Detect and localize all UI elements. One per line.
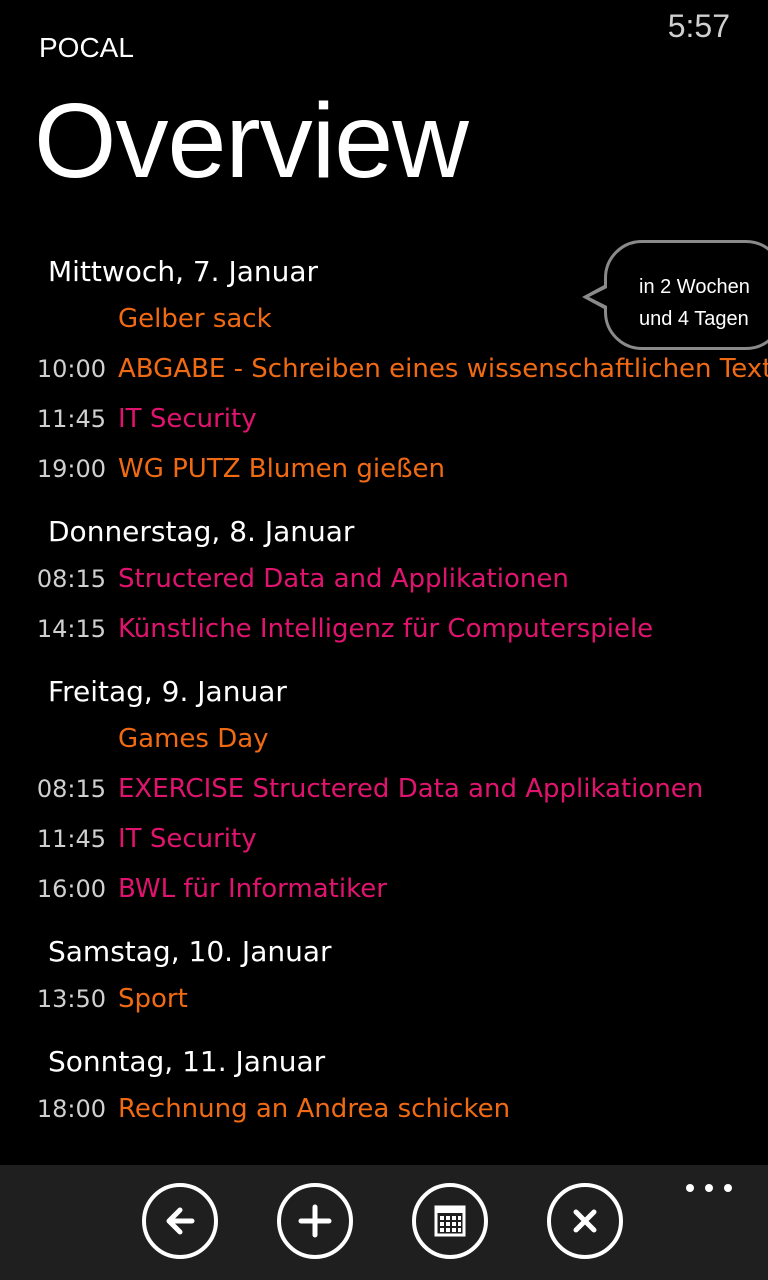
- close-button[interactable]: [547, 1183, 623, 1259]
- event-title: Künstliche Intelligenz für Computerspiel…: [118, 614, 654, 644]
- back-button[interactable]: [142, 1183, 218, 1259]
- bubble-line-2: und 4 Tagen: [639, 308, 749, 330]
- event-title: Rechnung an Andrea schicken: [118, 1094, 511, 1124]
- event-row[interactable]: 19:00 WG PUTZ Blumen gießen: [0, 444, 768, 494]
- event-title: WG PUTZ Blumen gießen: [118, 454, 445, 484]
- event-time: 11:45: [36, 825, 106, 853]
- day-header: Samstag, 10. Januar: [48, 935, 332, 968]
- bubble-tail-inner: [589, 288, 607, 306]
- day-group: Samstag, 10. Januar 13:50 Sport: [0, 930, 768, 1024]
- close-icon: [573, 1209, 597, 1233]
- event-time: 13:50: [36, 985, 106, 1013]
- event-title: Structered Data and Applikationen: [118, 564, 569, 594]
- day-header: Donnerstag, 8. Januar: [48, 515, 355, 548]
- event-row[interactable]: 18:00 Rechnung an Andrea schicken: [0, 1084, 768, 1134]
- dot: [724, 1184, 732, 1192]
- event-time: [0, 294, 106, 344]
- agenda-list[interactable]: Mittwoch, 7. Januar Gelber sack 10:00 ABGAB…: [0, 250, 768, 1165]
- event-title: BWL für Informatiker: [118, 874, 387, 904]
- event-row[interactable]: 11:45 IT Security: [0, 394, 768, 444]
- bubble-text: in 2 Wochen und 4 Tagen: [639, 271, 750, 335]
- event-title: Games Day: [118, 724, 269, 754]
- dot: [705, 1184, 713, 1192]
- ellipsis-icon[interactable]: [686, 1181, 732, 1195]
- event-title: Sport: [118, 984, 188, 1014]
- event-title: ABGABE - Schreiben eines wissenschaftlic…: [118, 354, 768, 384]
- event-row[interactable]: 11:45 IT Security: [0, 814, 768, 864]
- event-row[interactable]: 08:15 Structered Data and Applikationen: [0, 554, 768, 604]
- event-title: EXERCISE Structered Data and Applikation…: [118, 774, 704, 804]
- event-time: 14:15: [36, 615, 106, 643]
- event-time: 18:00: [36, 1095, 106, 1123]
- bubble-line-1: in 2 Wochen: [639, 276, 750, 298]
- event-row[interactable]: 10:00 ABGABE - Schreiben eines wissenscha…: [0, 344, 768, 394]
- day-group: Freitag, 9. Januar Games Day 08:15 EXERCISE…: [0, 670, 768, 914]
- app-name: POCAL: [39, 32, 134, 63]
- event-time: 08:15: [36, 775, 106, 803]
- dot: [686, 1184, 694, 1192]
- calendar-icon: [434, 1205, 466, 1237]
- day-header: Freitag, 9. Januar: [48, 675, 287, 708]
- add-button[interactable]: [277, 1183, 353, 1259]
- event-time: 08:15: [36, 565, 106, 593]
- status-bar-time: 5:57: [667, 8, 730, 44]
- app-bar: [0, 1165, 768, 1280]
- day-header: Sonntag, 11. Januar: [48, 1045, 326, 1078]
- event-title: IT Security: [118, 824, 257, 854]
- day-group: Donnerstag, 8. Januar 08:15 Structered Dat…: [0, 510, 768, 654]
- event-row[interactable]: Games Day: [0, 714, 768, 764]
- arrow-left-icon: [166, 1207, 195, 1235]
- calendar-button[interactable]: [412, 1183, 488, 1259]
- event-time: 11:45: [36, 405, 106, 433]
- event-time: [0, 714, 106, 764]
- day-group: Sonntag, 11. Januar 18:00 Rechnung an Andr…: [0, 1040, 768, 1134]
- event-time: 10:00: [36, 355, 106, 383]
- event-title: Gelber sack: [118, 304, 272, 334]
- event-time: 19:00: [36, 455, 106, 483]
- plus-icon: [298, 1204, 332, 1238]
- event-row[interactable]: 08:15 EXERCISE Structered Data and Applik…: [0, 764, 768, 814]
- event-row[interactable]: 13:50 Sport: [0, 974, 768, 1024]
- event-row[interactable]: 16:00 BWL für Informatiker: [0, 864, 768, 914]
- event-time: 16:00: [36, 875, 106, 903]
- page-title: Overview: [34, 82, 469, 200]
- event-row[interactable]: 14:15 Künstliche Intelligenz für Computer…: [0, 604, 768, 654]
- relative-date-bubble: in 2 Wochen und 4 Tagen: [604, 240, 768, 350]
- event-title: IT Security: [118, 404, 257, 434]
